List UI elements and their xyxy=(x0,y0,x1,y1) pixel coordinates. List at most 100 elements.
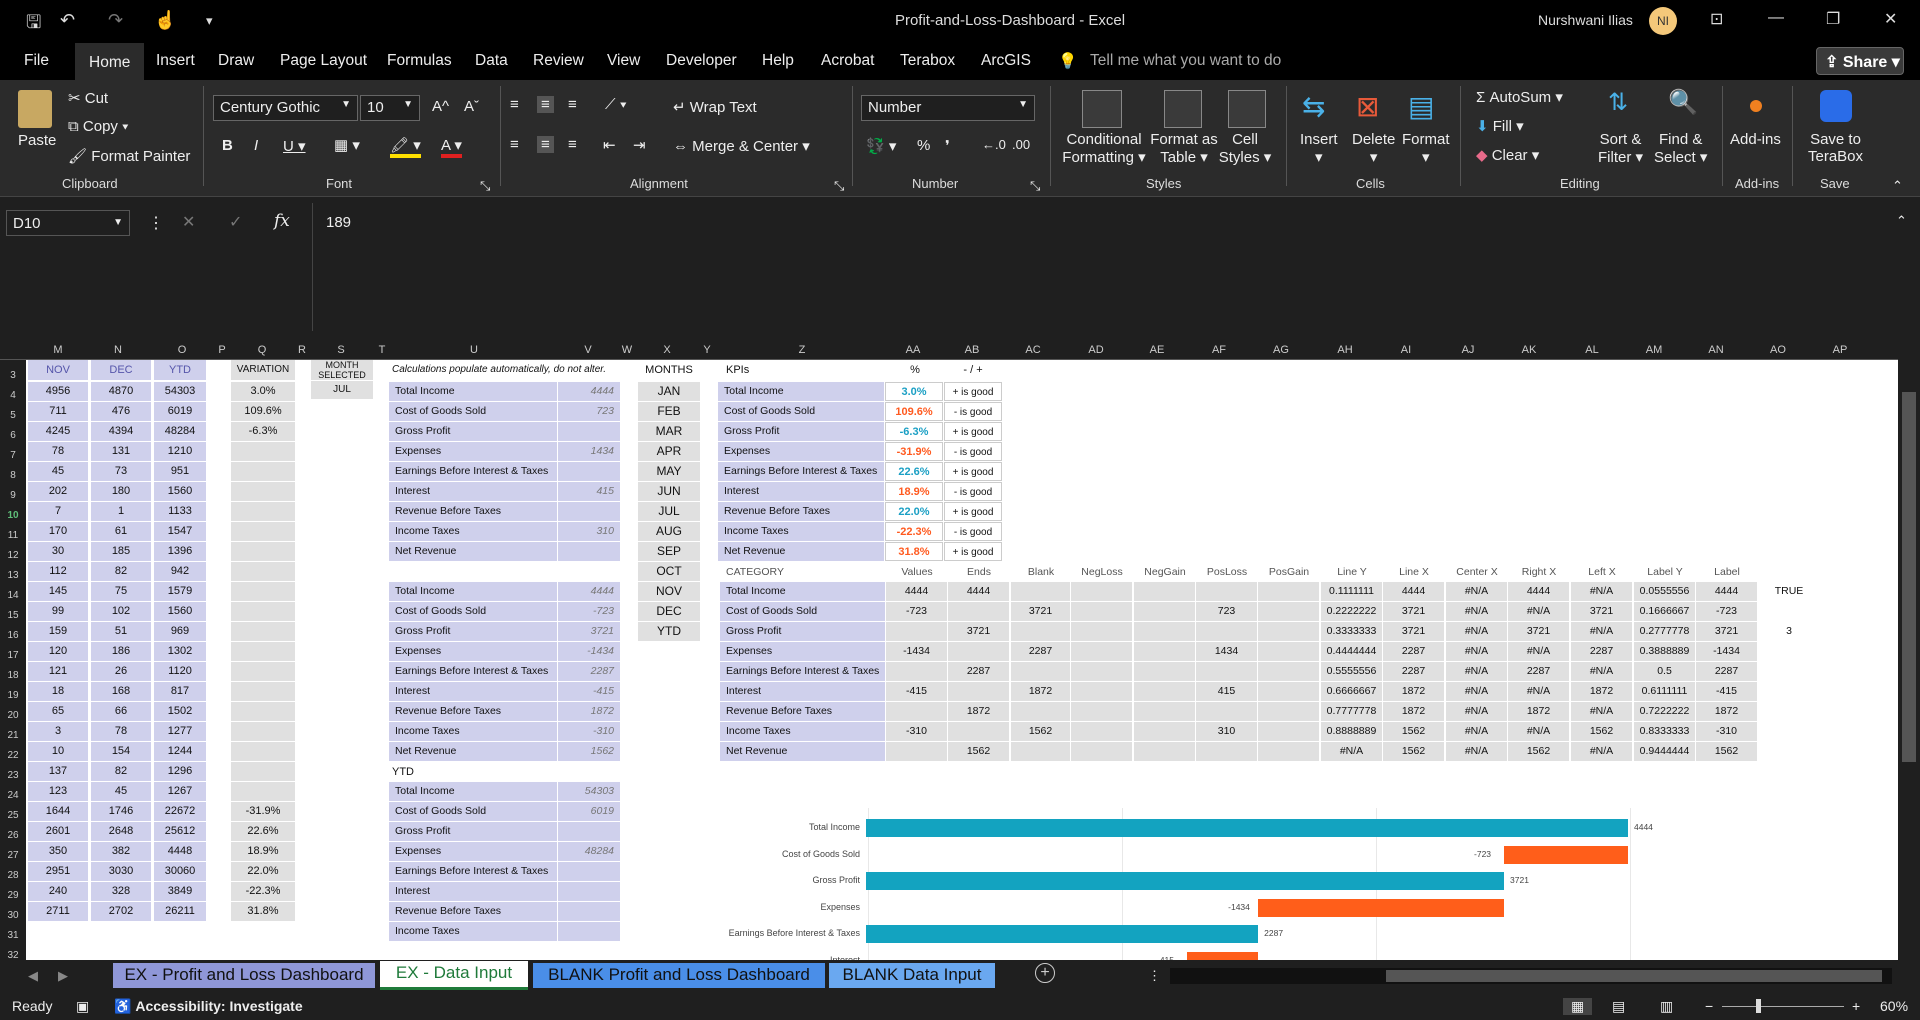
column-header[interactable]: S xyxy=(326,344,356,356)
italic-icon[interactable]: I xyxy=(254,137,258,154)
row-header[interactable]: 30 xyxy=(0,910,26,921)
column-header[interactable]: AL xyxy=(1577,344,1607,356)
row-header[interactable]: 12 xyxy=(0,550,26,561)
merge-center-button[interactable]: ⇔ Merge & Center ▾ xyxy=(673,137,810,155)
cell-styles-icon[interactable] xyxy=(1228,90,1266,128)
row-header[interactable]: 17 xyxy=(0,650,26,661)
zoom-level[interactable]: 60% xyxy=(1880,998,1908,1014)
row-header[interactable]: 7 xyxy=(0,450,26,461)
sheet-tab-blank-dashboard[interactable]: BLANK Profit and Loss Dashboard xyxy=(533,963,825,988)
format-cells-button[interactable]: Format ▾ xyxy=(1402,131,1450,166)
horizontal-scrollbar[interactable] xyxy=(1170,968,1892,984)
fill-color-icon[interactable]: 🖍 ▾ xyxy=(390,136,421,158)
save-to-terabox-button[interactable]: Save to TeraBox xyxy=(1808,131,1863,165)
row-header[interactable]: 22 xyxy=(0,750,26,761)
row-header[interactable]: 31 xyxy=(0,930,26,941)
tab-developer[interactable]: Developer xyxy=(666,52,737,70)
column-header[interactable]: M xyxy=(43,344,73,356)
redo-icon[interactable]: ↷ xyxy=(108,10,123,31)
wrap-text-button[interactable]: ↵ Wrap Text xyxy=(673,98,757,116)
column-header[interactable]: Y xyxy=(692,344,722,356)
decrease-decimal-icon[interactable]: .00 xyxy=(1012,137,1030,152)
column-header[interactable]: AE xyxy=(1142,344,1172,356)
column-header[interactable]: AF xyxy=(1204,344,1234,356)
font-color-icon[interactable]: A ▾ xyxy=(441,136,462,158)
tab-home[interactable]: Home xyxy=(75,43,145,80)
align-center-icon[interactable]: ≡ xyxy=(537,136,554,153)
conditional-formatting-button[interactable]: Conditional Formatting ▾ xyxy=(1062,131,1146,166)
tab-options-icon[interactable]: ⋮ xyxy=(1148,968,1161,984)
accessibility-status[interactable]: ♿ Accessibility: Investigate xyxy=(114,998,303,1015)
decrease-font-icon[interactable]: Aˇ xyxy=(464,98,479,115)
bottom-align-icon[interactable]: ≡ xyxy=(568,96,577,113)
accounting-format-icon[interactable]: 💱 ▾ xyxy=(866,137,896,155)
column-header[interactable]: N xyxy=(103,344,133,356)
zoom-slider[interactable] xyxy=(1722,1006,1844,1007)
column-header[interactable]: AO xyxy=(1763,344,1793,356)
h-scroll-thumb[interactable] xyxy=(1386,970,1882,982)
page-break-view-icon[interactable]: ▥ xyxy=(1660,998,1673,1015)
worksheet-grid[interactable]: NOV DEC YTD VARIATION 4956 4870 54303 3.0% 711 47… xyxy=(26,360,1898,960)
column-header[interactable]: AN xyxy=(1701,344,1731,356)
tab-review[interactable]: Review xyxy=(533,52,584,70)
bold-icon[interactable]: B xyxy=(222,137,233,154)
next-sheet-icon[interactable]: ▶ xyxy=(58,968,68,984)
insert-cells-button[interactable]: Insert ▾ xyxy=(1300,131,1338,166)
format-cells-icon[interactable]: ▤ xyxy=(1408,90,1434,123)
delete-cells-icon[interactable]: ⊠ xyxy=(1356,90,1379,123)
save-icon[interactable]: 🖫 xyxy=(26,10,41,40)
zoom-in-icon[interactable]: + xyxy=(1852,998,1860,1014)
column-header[interactable]: AK xyxy=(1514,344,1544,356)
insert-cells-icon[interactable]: ⇆ xyxy=(1302,90,1325,123)
autosum-button[interactable]: Σ AutoSum ▾ xyxy=(1476,88,1563,106)
vertical-scrollbar[interactable] xyxy=(1898,342,1920,960)
middle-align-icon[interactable]: ≡ xyxy=(537,96,554,113)
paste-button[interactable]: Paste xyxy=(18,132,56,149)
sheet-tab-ex-dashboard[interactable]: EX - Profit and Loss Dashboard xyxy=(113,963,375,988)
ribbon-display-icon[interactable]: ⊡ xyxy=(1710,9,1723,29)
row-header[interactable]: 19 xyxy=(0,690,26,701)
column-header[interactable]: P xyxy=(207,344,237,356)
row-header[interactable]: 16 xyxy=(0,630,26,641)
row-header[interactable]: 21 xyxy=(0,730,26,741)
minimize-icon[interactable]: — xyxy=(1768,9,1784,27)
column-header[interactable]: AI xyxy=(1391,344,1421,356)
name-box[interactable]: D10 ▼ xyxy=(6,210,130,236)
find-select-icon[interactable]: 🔍 xyxy=(1668,88,1698,117)
add-ins-icon[interactable] xyxy=(1750,100,1762,112)
tell-me-search[interactable]: Tell me what you want to do xyxy=(1090,52,1281,70)
tab-acrobat[interactable]: Acrobat xyxy=(821,52,874,70)
column-header[interactable]: AH xyxy=(1330,344,1360,356)
column-header[interactable]: X xyxy=(652,344,682,356)
sort-filter-button[interactable]: Sort & Filter ▾ xyxy=(1598,131,1643,166)
row-header[interactable]: 10 xyxy=(0,510,26,521)
conditional-formatting-icon[interactable] xyxy=(1082,90,1122,128)
cut-button[interactable]: ✂ Cut xyxy=(68,89,108,107)
tab-file[interactable]: File xyxy=(24,52,49,70)
column-header[interactable]: R xyxy=(287,344,317,356)
row-header[interactable]: 25 xyxy=(0,810,26,821)
chart-bar[interactable] xyxy=(866,872,1505,890)
find-select-button[interactable]: Find & Select ▾ xyxy=(1654,131,1707,166)
undo-icon[interactable]: ↶ xyxy=(60,10,75,31)
paste-icon[interactable] xyxy=(18,90,52,128)
add-sheet-icon[interactable]: + xyxy=(1035,963,1055,983)
row-header[interactable]: 11 xyxy=(0,530,26,541)
column-header[interactable]: AD xyxy=(1081,344,1111,356)
top-align-icon[interactable]: ≡ xyxy=(510,96,519,113)
sheet-tab-ex-data-input[interactable]: EX - Data Input xyxy=(380,961,528,990)
orientation-icon[interactable]: ⟋ ▾ xyxy=(605,96,627,113)
underline-icon[interactable]: U ▾ xyxy=(283,137,306,155)
borders-icon[interactable]: ▦ ▾ xyxy=(334,136,360,154)
tab-help[interactable]: Help xyxy=(762,52,794,70)
cell-styles-button[interactable]: Cell Styles ▾ xyxy=(1218,131,1272,166)
row-header[interactable]: 15 xyxy=(0,610,26,621)
chart-bar[interactable] xyxy=(1186,951,1259,960)
column-header[interactable]: AM xyxy=(1639,344,1669,356)
row-header[interactable]: 24 xyxy=(0,790,26,801)
column-header[interactable]: AG xyxy=(1266,344,1296,356)
prev-sheet-icon[interactable]: ◀ xyxy=(28,968,38,984)
column-header[interactable]: O xyxy=(167,344,197,356)
column-header[interactable]: U xyxy=(459,344,489,356)
more-icon[interactable]: ⋮ xyxy=(148,213,164,233)
